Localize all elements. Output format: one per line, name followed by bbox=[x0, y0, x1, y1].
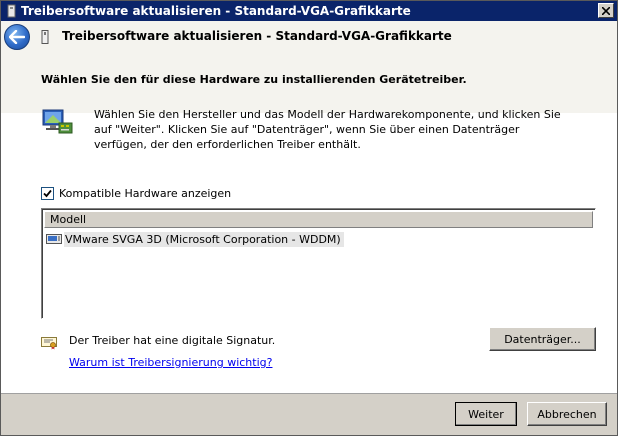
checkmark-icon bbox=[43, 189, 52, 198]
window-title: Treibersoftware aktualisieren - Standard… bbox=[21, 4, 411, 18]
next-button[interactable]: Weiter bbox=[455, 402, 517, 426]
display-adapter-icon bbox=[46, 234, 62, 244]
wizard-header: Treibersoftware aktualisieren - Standard… bbox=[1, 21, 617, 53]
device-icon bbox=[7, 4, 16, 18]
signature-status-text: Der Treiber hat eine digitale Signatur. bbox=[69, 334, 276, 347]
close-icon bbox=[602, 6, 610, 15]
compatible-hardware-checkbox[interactable] bbox=[41, 187, 54, 200]
list-item[interactable]: VMware SVGA 3D (Microsoft Corporation - … bbox=[46, 230, 344, 248]
compatible-hardware-option[interactable]: Kompatible Hardware anzeigen bbox=[41, 187, 231, 200]
hardware-monitor-icon bbox=[42, 109, 73, 134]
wizard-title: Treibersoftware aktualisieren - Standard… bbox=[62, 29, 452, 43]
driver-signing-info-link[interactable]: Warum ist Treibersignierung wichtig? bbox=[69, 356, 272, 369]
compatible-hardware-label[interactable]: Kompatible Hardware anzeigen bbox=[59, 187, 231, 200]
driver-update-window: Treibersoftware aktualisieren - Standard… bbox=[0, 0, 618, 436]
instruction-text: Wählen Sie den Hersteller und das Modell… bbox=[94, 108, 561, 151]
title-bar: Treibersoftware aktualisieren - Standard… bbox=[1, 1, 617, 21]
cancel-button[interactable]: Abbrechen bbox=[527, 402, 607, 426]
arrow-left-icon bbox=[9, 30, 25, 44]
signed-certificate-icon bbox=[41, 337, 57, 350]
wizard-footer bbox=[1, 393, 617, 435]
page-heading: Wählen Sie den für diese Hardware zu ins… bbox=[41, 73, 467, 86]
back-button[interactable] bbox=[4, 24, 30, 50]
model-listbox[interactable]: Modell VMware SVGA 3D (Microsoft Corpora… bbox=[41, 208, 596, 319]
have-disk-button[interactable]: Datenträger... bbox=[489, 327, 596, 351]
model-column-header[interactable]: Modell bbox=[44, 211, 593, 228]
close-button[interactable] bbox=[598, 3, 614, 18]
device-icon bbox=[41, 30, 49, 44]
model-item-label[interactable]: VMware SVGA 3D (Microsoft Corporation - … bbox=[64, 231, 344, 247]
